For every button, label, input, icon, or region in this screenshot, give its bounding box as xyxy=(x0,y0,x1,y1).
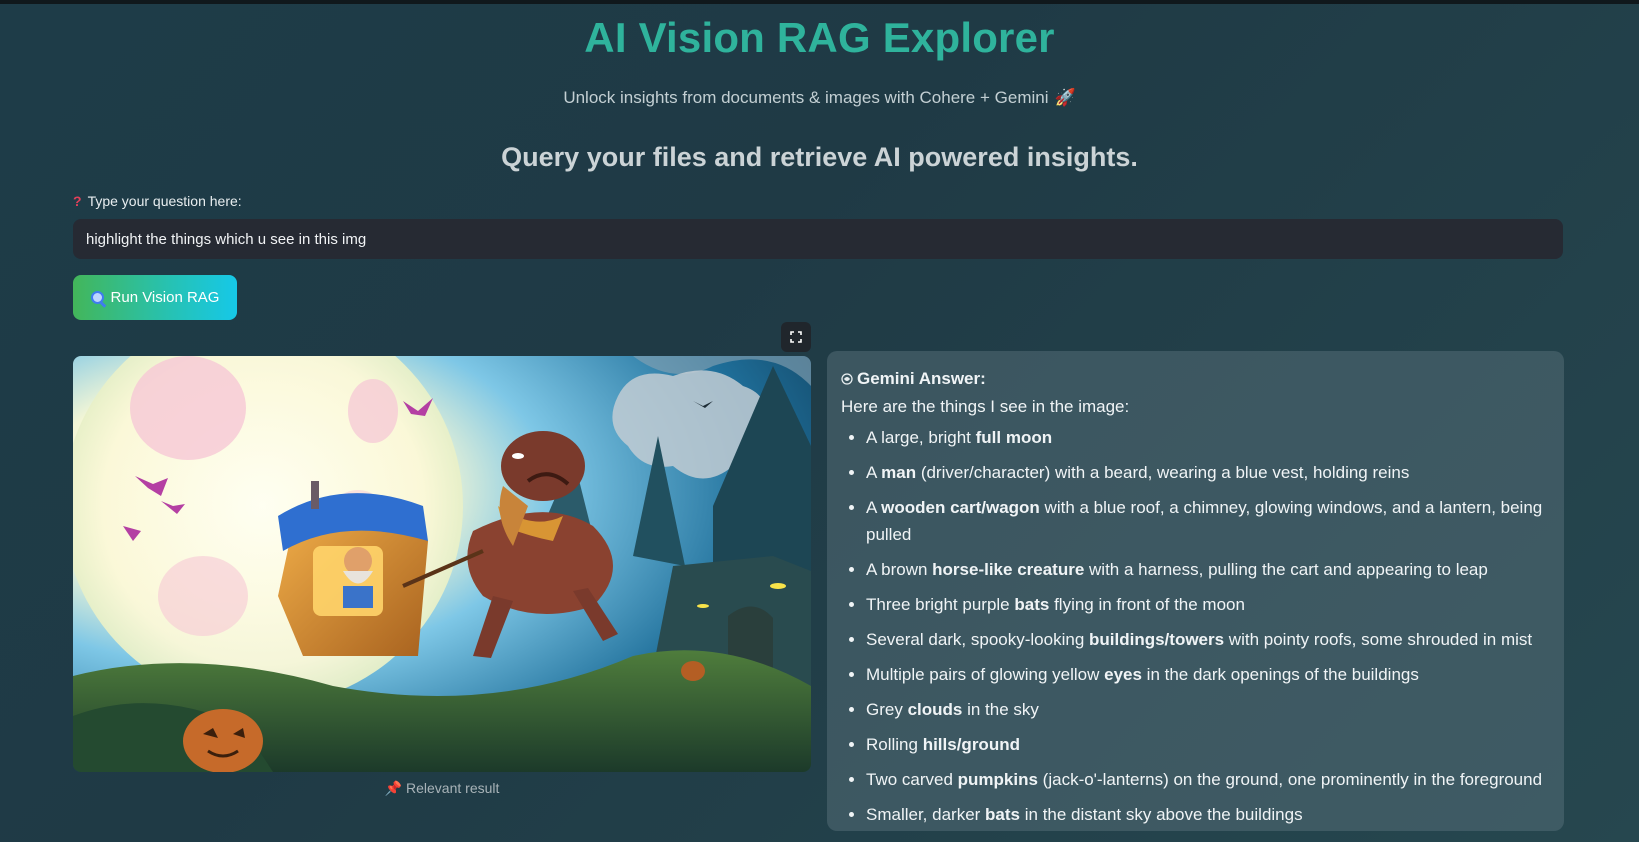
answer-item-text: Grey xyxy=(866,700,908,719)
answer-item-text: A large, bright xyxy=(866,428,976,447)
run-button-label: Run Vision RAG xyxy=(110,289,220,306)
answer-item-text: Two carved xyxy=(866,770,958,789)
answer-title: Gemini Answer: xyxy=(841,369,1550,389)
answer-item-text: Three bright purple xyxy=(866,595,1015,614)
halloween-illustration xyxy=(73,356,811,772)
answer-list-item: Multiple pairs of glowing yellow eyes in… xyxy=(866,661,1550,688)
answer-item-text: Rolling xyxy=(866,735,923,754)
fullscreen-button[interactable] xyxy=(781,322,811,352)
answer-item-text: A xyxy=(866,498,882,517)
answer-list-item: Several dark, spooky-looking buildings/t… xyxy=(866,626,1550,653)
answer-list-item: A wooden cart/wagon with a blue roof, a … xyxy=(866,494,1550,548)
run-vision-rag-button[interactable]: Run Vision RAG xyxy=(73,275,237,320)
answer-item-keyword: man xyxy=(881,463,917,482)
answer-item-keyword: bats xyxy=(1014,595,1050,614)
answer-item-text: A brown xyxy=(866,560,933,579)
app-title: AI Vision RAG Explorer xyxy=(584,14,1055,61)
answer-item-keyword: buildings/towers xyxy=(1089,630,1225,649)
answer-item-text: in the distant sky above the buildings xyxy=(1020,805,1303,824)
answer-item-keyword: bats xyxy=(985,805,1021,824)
pushpin-icon: 📌 xyxy=(384,780,403,796)
gemini-icon xyxy=(841,373,853,385)
answer-intro: Here are the things I see in the image: xyxy=(841,397,1130,416)
answer-item-text: Smaller, darker xyxy=(866,805,986,824)
page-heading: Query your files and retrieve AI powered… xyxy=(501,142,1138,172)
answer-item-text: (driver/character) with a beard, wearing… xyxy=(916,463,1410,482)
answer-list-item: Three bright purple bats flying in front… xyxy=(866,591,1550,618)
answer-list-item: A large, bright full moon xyxy=(866,424,1550,451)
caption-text: Relevant result xyxy=(406,780,500,796)
answer-item-text: A xyxy=(866,463,882,482)
answer-title-text: Gemini Answer: xyxy=(857,369,986,388)
answer-list-item: Rolling hills/ground xyxy=(866,731,1550,758)
answer-item-keyword: wooden cart/wagon xyxy=(881,498,1040,517)
app-subtitle: Unlock insights from documents & images … xyxy=(0,88,1639,108)
question-label-text: Type your question here: xyxy=(87,193,242,209)
answer-list: A large, bright full moon A man (driver/c… xyxy=(841,424,1550,828)
answer-list-item: Grey clouds in the sky xyxy=(866,696,1550,723)
question-input[interactable] xyxy=(73,219,1563,259)
answer-item-text: (jack-o'-lanterns) on the ground, one pr… xyxy=(1037,770,1543,789)
subtitle-text: Unlock insights from documents & images … xyxy=(563,88,1049,107)
answer-item-text: with pointy roofs, some shrouded in mist xyxy=(1224,630,1533,649)
result-image[interactable] xyxy=(73,356,811,772)
answer-item-text: with a harness, pulling the cart and app… xyxy=(1084,560,1488,579)
question-label: ? Type your question here: xyxy=(73,193,242,209)
answer-item-text: Multiple pairs of glowing yellow xyxy=(866,665,1105,684)
answer-item-text: Several dark, spooky-looking xyxy=(866,630,1090,649)
question-mark-icon: ? xyxy=(73,193,82,209)
answer-item-keyword: full moon xyxy=(975,428,1053,447)
answer-item-text: in the dark openings of the buildings xyxy=(1141,665,1419,684)
answer-list-item: A man (driver/character) with a beard, w… xyxy=(866,459,1550,486)
answer-item-keyword: clouds xyxy=(907,700,963,719)
answer-item-keyword: hills/ground xyxy=(922,735,1020,754)
gemini-answer-panel: Gemini Answer: Here are the things I see… xyxy=(827,351,1564,831)
answer-list-item: Two carved pumpkins (jack-o'-lanterns) o… xyxy=(866,766,1550,793)
answer-item-text: flying in front of the moon xyxy=(1049,595,1245,614)
magnifier-icon xyxy=(90,290,106,308)
answer-item-keyword: pumpkins xyxy=(957,770,1038,789)
image-caption: 📌 Relevant result xyxy=(73,780,811,797)
answer-item-keyword: horse-like creature xyxy=(932,560,1085,579)
answer-item-text: in the sky xyxy=(962,700,1039,719)
rocket-icon: 🚀 xyxy=(1054,88,1076,107)
answer-list-item: Smaller, darker bats in the distant sky … xyxy=(866,801,1550,828)
fullscreen-icon xyxy=(790,331,802,343)
top-bar xyxy=(0,0,1639,4)
answer-list-item: A brown horse-like creature with a harne… xyxy=(866,556,1550,583)
answer-item-keyword: eyes xyxy=(1104,665,1142,684)
